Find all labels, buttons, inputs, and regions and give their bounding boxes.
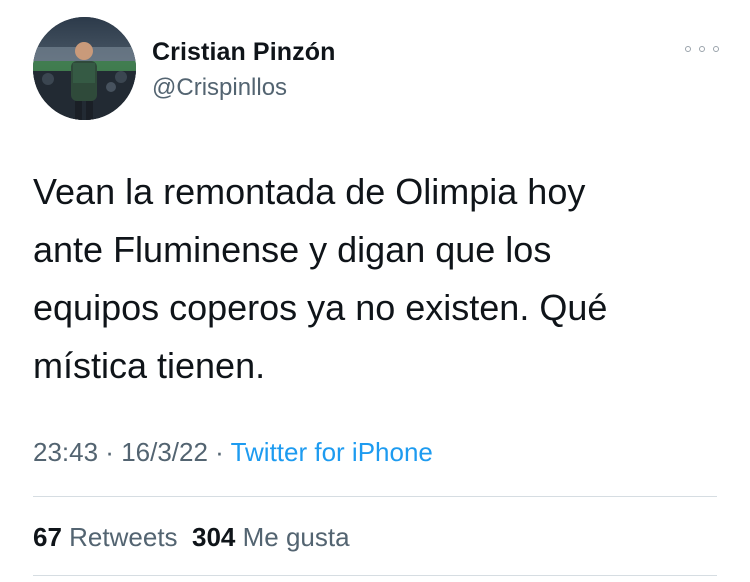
avatar-photo	[33, 17, 136, 120]
avatar[interactable]	[33, 17, 136, 120]
likes-count: 304	[192, 522, 236, 552]
tweet-meta: 23:43 · 16/3/22 · Twitter for iPhone	[33, 432, 433, 472]
tweet-time[interactable]: 23:43	[33, 437, 98, 467]
meta-separator: ·	[207, 437, 231, 467]
tweet-source-link[interactable]: Twitter for iPhone	[231, 437, 433, 467]
divider	[33, 575, 717, 576]
more-horizontal-icon[interactable]	[685, 43, 719, 55]
tweet-card: Cristian Pinzón @Crispinllos Vean la rem…	[0, 0, 750, 582]
retweets-count: 67	[33, 522, 62, 552]
user-names: Cristian Pinzón @Crispinllos	[152, 37, 335, 103]
user-handle[interactable]: @Crispinllos	[152, 73, 335, 103]
likes-stat[interactable]: 304 Me gusta	[192, 522, 350, 552]
retweets-label: Retweets	[69, 522, 178, 552]
likes-label: Me gusta	[242, 522, 350, 552]
more-dot	[699, 46, 705, 52]
divider	[33, 496, 717, 497]
more-dot	[685, 46, 691, 52]
retweets-stat[interactable]: 67 Retweets	[33, 522, 178, 552]
display-name[interactable]: Cristian Pinzón	[152, 37, 335, 67]
meta-separator: ·	[98, 437, 122, 467]
tweet-date[interactable]: 16/3/22	[121, 437, 208, 467]
tweet-text: Vean la remontada de Olimpia hoy ante Fl…	[33, 171, 608, 386]
tweet-header: Cristian Pinzón @Crispinllos	[33, 17, 723, 121]
tweet-stats: 67 Retweets 304 Me gusta	[33, 517, 350, 557]
more-dot	[713, 46, 719, 52]
